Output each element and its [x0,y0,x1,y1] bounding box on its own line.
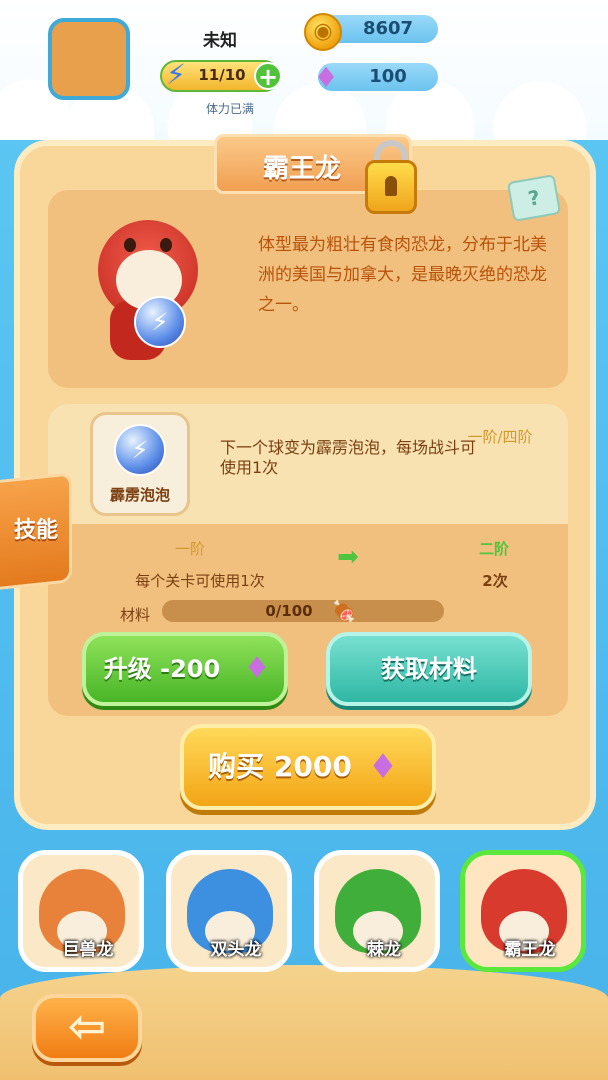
dino-eye-left [124,238,136,252]
gem-icon: ♦ [367,747,399,787]
dino-card[interactable]: 巨兽龙 [18,850,144,972]
back-button[interactable]: ⇦ [32,994,142,1062]
get-material-label: 获取材料 [381,655,477,683]
skill-tier-progress: 一阶/四阶 [467,428,533,446]
skill-tab-label: 技能 [13,518,58,543]
dino-card[interactable]: 双头龙 [166,850,292,972]
skill-name: 霹雳泡泡 [109,486,170,504]
help-book-icon[interactable]: ? [506,174,562,222]
gem-icon: ♦ [313,61,339,94]
material-progress: 0/100 [265,602,313,620]
thunder-orb-icon: ⚡ [134,296,186,348]
dino-card[interactable]: 霸王龙 [460,850,586,972]
player-name: 未知 [203,31,237,51]
lightning-icon: ⚡ [166,58,186,91]
next-tier-value: 2次 [482,572,508,590]
get-material-button[interactable]: 获取材料 [326,632,532,706]
dino-title: 霸王龙 [262,154,341,184]
energy-value: 11/10 [198,66,246,84]
dino-description: 体型最为粗壮有食肉恐龙，分布于北美洲的美国与加拿大，是最晚灭绝的恐龙之一。 [258,235,547,315]
dino-eye-right [160,238,172,252]
dino-card[interactable]: 棘龙 [314,850,440,972]
energy-status: 体力已满 [205,102,254,116]
add-energy-button[interactable]: + [254,62,282,90]
gem-icon: ♦ [243,651,271,686]
thunder-bubble-icon: ⚡ [114,424,166,476]
upgrade-label: 升级 -200 [103,655,221,683]
dino-card-name: 双头龙 [210,940,262,960]
current-tier-value: 每个关卡可使用1次 [135,572,265,590]
dino-card-name: 巨兽龙 [62,940,114,960]
skill-description: 下一个球变为霹雳泡泡，每场战斗可使用1次 [220,438,477,477]
keyhole [385,176,397,196]
meat-icon: 🍖 [331,599,357,623]
avatar[interactable] [48,18,130,100]
buy-label: 购买 2000 [208,750,352,783]
next-tier-label: 二阶 [478,540,509,558]
arrow-right-icon: ➡ [337,542,359,572]
dino-card-name: 棘龙 [367,940,401,960]
current-tier-label: 一阶 [174,540,205,558]
coin-value: 8607 [362,18,414,39]
gem-value: 100 [369,66,407,87]
back-arrow-icon: ⇦ [67,999,107,1053]
coin-icon: ◉ [304,13,342,51]
dino-card-name: 霸王龙 [504,940,556,960]
